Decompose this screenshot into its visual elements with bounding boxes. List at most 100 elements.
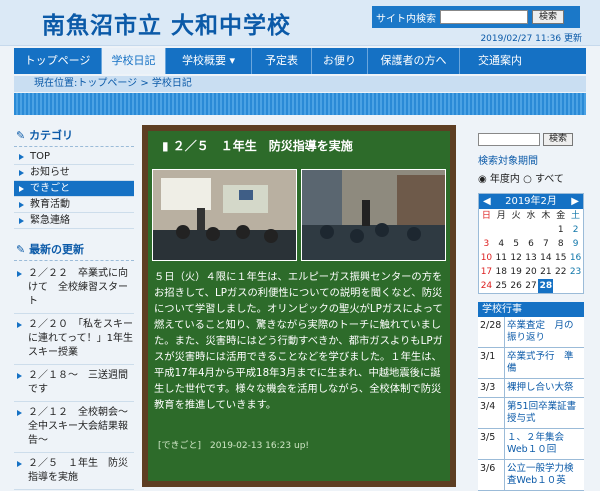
calendar-day[interactable]: 19: [509, 265, 524, 279]
calendar-weekday: 木: [541, 211, 551, 221]
site-search: サイト内検索 検索: [372, 6, 580, 28]
calendar-day[interactable]: 10: [479, 251, 494, 265]
calendar-day: [553, 279, 568, 293]
nav-letters[interactable]: お便り: [312, 48, 368, 74]
next-month-icon[interactable]: ▶: [571, 194, 579, 209]
calendar-weekday: 水: [526, 211, 536, 221]
calendar-day[interactable]: 28: [538, 279, 554, 293]
category-item-events[interactable]: できごと: [14, 181, 134, 197]
right-sidebar: 検索 検索対象期間 ◉ 年度内 ○ すべて ◀ 2019年2月 ▶ 日月火水木金土 …: [478, 125, 584, 491]
calendar-header: ◀ 2019年2月 ▶: [479, 194, 583, 209]
calendar-search-button[interactable]: 検索: [543, 133, 574, 146]
update-link[interactable]: ２／１８～ 三送週間です: [14, 365, 134, 402]
calendar-day[interactable]: 6: [524, 237, 539, 251]
post-footer: [できごと] 2019-02-13 16:23 up!: [158, 441, 310, 451]
calendar-day: [479, 223, 494, 237]
search-label: サイト内検索: [376, 13, 436, 25]
calendar-day[interactable]: 14: [538, 251, 553, 265]
site-title[interactable]: 南魚沼市立 大和中学校: [42, 6, 291, 40]
calendar-day[interactable]: 25: [494, 279, 509, 293]
event-link[interactable]: 卒業査定 月の振り返り: [504, 317, 584, 347]
event-row: 3/3 裸押し合い大祭: [478, 379, 584, 398]
event-link[interactable]: 第51回卒業証書授与式: [504, 398, 584, 428]
calendar-day: [538, 223, 553, 237]
update-link[interactable]: ２／１２ 全校朝会～全中スキー大会結果報告～: [14, 402, 134, 453]
nav-diary[interactable]: 学校日記: [102, 48, 166, 74]
breadcrumb: 現在位置:トップページ > 学校日記: [14, 76, 586, 92]
pencil-icon: ✎: [16, 129, 26, 142]
breadcrumb-path[interactable]: トップページ > 学校日記: [77, 78, 192, 89]
events-heading: 学校行事: [478, 302, 584, 317]
post-chalkboard: ▮ ２／５ １年生 防災指導を実施 ５日（火）４限に１年生は、エルピーガス振興セ…: [142, 125, 456, 487]
nav-top[interactable]: トップページ: [14, 48, 102, 74]
calendar-day[interactable]: 26: [509, 279, 524, 293]
calendar-day[interactable]: 7: [538, 237, 553, 251]
post-title: ▮ ２／５ １年生 防災指導を実施: [162, 139, 353, 153]
event-row: 3/1 卒業式予行 準備: [478, 348, 584, 379]
search-button[interactable]: 検索: [532, 10, 565, 24]
calendar-day[interactable]: 18: [494, 265, 509, 279]
calendar-day[interactable]: 13: [524, 251, 539, 265]
calendar-day[interactable]: 23: [568, 265, 583, 279]
events-list: 2/28 卒業査定 月の振り返り 3/1 卒業式予行 準備 3/3 裸押し合い大祭 3/4 第…: [478, 317, 584, 491]
post-photo-classroom[interactable]: [301, 169, 446, 261]
calendar-weekday: 土: [571, 211, 581, 221]
search-scope-options: ◉ 年度内 ○ すべて: [478, 170, 584, 185]
calendar-weekday: 月: [496, 211, 506, 221]
event-date: 3/6: [480, 463, 496, 474]
calendar-day[interactable]: 3: [479, 237, 494, 251]
note-icon: ▮: [162, 139, 169, 153]
calendar-weekdays: 日月火水木金土: [479, 209, 583, 223]
nav-parents[interactable]: 保護者の方へ: [368, 48, 460, 74]
nav-overview[interactable]: 学校概要 ▾: [166, 48, 252, 74]
event-row: 3/6 公立一般学力検査Web１０英: [478, 460, 584, 491]
calendar-days: 1 2 3 4 5 6 7 8 9 10 11 12 13 14 15 16 17 18 19 20 21 22 23 24 2…: [479, 223, 583, 293]
calendar-day[interactable]: 12: [509, 251, 524, 265]
post-photo-lecture[interactable]: [152, 169, 297, 261]
event-link[interactable]: 裸押し合い大祭: [504, 379, 584, 397]
update-link[interactable]: ２／５ １年生 防災指導を実施: [14, 453, 134, 490]
scope-year-radio[interactable]: ◉ 年度内: [478, 174, 520, 185]
calendar-search-input[interactable]: [478, 133, 540, 146]
calendar-day[interactable]: 17: [479, 265, 494, 279]
pencil-icon: ✎: [16, 243, 26, 256]
event-link[interactable]: 卒業式予行 準備: [504, 348, 584, 378]
event-date: 3/3: [480, 382, 496, 393]
left-sidebar: ✎ カテゴリ TOP お知らせ できごと 教育活動 緊急連絡 ✎ 最新の更新 ２…: [14, 125, 134, 490]
calendar-day: [509, 223, 524, 237]
event-row: 3/5 １、２年集会 Web１０回: [478, 429, 584, 460]
calendar-day[interactable]: 16: [568, 251, 583, 265]
calendar-day[interactable]: 11: [494, 251, 509, 265]
calendar-day[interactable]: 22: [553, 265, 568, 279]
category-item-news[interactable]: お知らせ: [14, 165, 134, 181]
calendar-day[interactable]: 2: [568, 223, 583, 237]
calendar-month: 2019年2月: [505, 196, 557, 207]
breadcrumb-label: 現在位置:: [34, 78, 78, 89]
calendar-day[interactable]: 5: [509, 237, 524, 251]
search-input[interactable]: [440, 10, 528, 24]
event-link[interactable]: 公立一般学力検査Web１０英: [504, 460, 584, 490]
calendar-day[interactable]: 21: [538, 265, 553, 279]
calendar-day[interactable]: 24: [479, 279, 494, 293]
calendar-day[interactable]: 4: [494, 237, 509, 251]
update-link[interactable]: ２／２０ 「私をスキーに連れてって！」1年生スキー授業: [14, 314, 134, 365]
category-heading: ✎ カテゴリ: [14, 125, 134, 147]
calendar-day[interactable]: 15: [553, 251, 568, 265]
search-scope-label: 検索対象期間: [478, 156, 538, 167]
updates-heading: ✎ 最新の更新: [14, 239, 134, 261]
calendar-weekday: 火: [511, 211, 521, 221]
category-item-top[interactable]: TOP: [14, 149, 134, 165]
prev-month-icon[interactable]: ◀: [483, 194, 491, 209]
calendar-day[interactable]: 1: [553, 223, 568, 237]
calendar-day[interactable]: 9: [568, 237, 583, 251]
nav-schedule[interactable]: 予定表: [252, 48, 312, 74]
update-link[interactable]: ２／２２ 卒業式に向けて 全校練習スタート: [14, 263, 134, 314]
calendar-day[interactable]: 8: [553, 237, 568, 251]
event-link[interactable]: １、２年集会 Web１０回: [504, 429, 584, 459]
calendar-day[interactable]: 20: [524, 265, 539, 279]
scope-all-radio[interactable]: ○ すべて: [523, 174, 564, 185]
nav-access[interactable]: 交通案内: [460, 48, 540, 74]
category-item-emergency[interactable]: 緊急連絡: [14, 213, 134, 229]
calendar-day[interactable]: 27: [524, 279, 539, 293]
category-item-education[interactable]: 教育活動: [14, 197, 134, 213]
